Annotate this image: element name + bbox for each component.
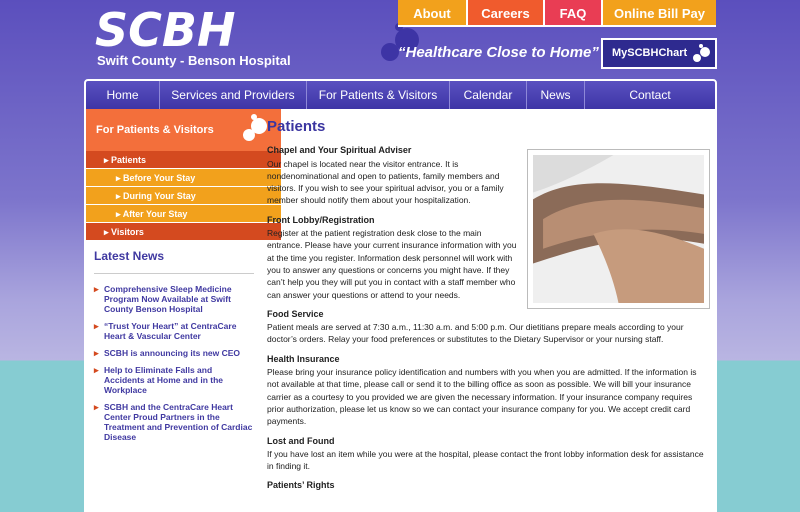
sidebar-item-label: After Your Stay <box>122 209 188 219</box>
nav-home[interactable]: Home <box>86 81 160 109</box>
sidebar-heading: For Patients & Visitors <box>86 109 281 151</box>
news-item[interactable]: “Trust Your Heart” at CentraCare Heart &… <box>94 321 254 341</box>
nav-contact[interactable]: Contact <box>585 81 715 109</box>
news-item[interactable]: Help to Eliminate Falls and Accidents at… <box>94 365 254 395</box>
nav-calendar[interactable]: Calendar <box>450 81 527 109</box>
hospital-logo[interactable]: SCBH Swift County - Benson Hospital <box>95 3 419 69</box>
section-text: Please bring your insurance policy ident… <box>267 367 697 427</box>
chart-dots-icon <box>693 44 710 62</box>
sidebar-item-label: Patients <box>111 155 147 165</box>
news-item[interactable]: SCBH and the CentraCare Heart Center Pro… <box>94 402 254 442</box>
nav-online-bill-pay[interactable]: Online Bill Pay <box>601 0 716 27</box>
nav-faq[interactable]: FAQ <box>543 0 601 27</box>
sidebar-item-after-your-stay[interactable]: ▸ After Your Stay <box>86 205 281 223</box>
section-heading: Health Insurance <box>267 353 340 364</box>
section-text: If you have lost an item while you were … <box>267 448 704 472</box>
myscbhchart-button[interactable]: MySCBHChart <box>601 38 717 69</box>
news-item[interactable]: SCBH is announcing its new CEO <box>94 348 254 358</box>
hands-image <box>533 155 704 303</box>
sidebar-item-before-your-stay[interactable]: ▸ Before Your Stay <box>86 169 281 187</box>
main-navigation: Home Services and Providers For Patients… <box>86 81 715 109</box>
nav-for-patients-visitors[interactable]: For Patients & Visitors <box>307 81 450 109</box>
nav-news[interactable]: News <box>527 81 585 109</box>
sidebar-item-label: During Your Stay <box>123 191 196 201</box>
sidebar-heading-label: For Patients & Visitors <box>96 124 214 136</box>
section-heading: Lost and Found <box>267 435 335 446</box>
sidebar: For Patients & Visitors ▸ Patients ▸ Bef… <box>86 109 281 449</box>
tagline: “Healthcare Close to Home” <box>398 44 599 61</box>
logo-wordmark: SCBH <box>95 3 236 57</box>
section-heading: Food Service <box>267 308 324 319</box>
nav-services-and-providers[interactable]: Services and Providers <box>160 81 307 109</box>
page-title: Patients <box>267 118 326 135</box>
news-list: Comprehensive Sleep Medicine Program Now… <box>94 284 254 442</box>
hands-photo <box>527 149 710 309</box>
top-navigation: About Careers FAQ Online Bill Pay <box>398 0 716 27</box>
nav-about[interactable]: About <box>398 0 466 27</box>
dots-icon <box>243 114 267 141</box>
latest-news-heading: Latest News <box>94 249 254 274</box>
hands-illustration <box>533 155 704 303</box>
sidebar-item-during-your-stay[interactable]: ▸ During Your Stay <box>86 187 281 205</box>
section-text: Register at the patient registration des… <box>267 228 517 300</box>
myscbhchart-label: MySCBHChart <box>612 47 688 59</box>
sidebar-item-label: Before Your Stay <box>123 173 196 183</box>
section-text: Patient meals are served at 7:30 a.m., 1… <box>267 322 684 345</box>
hospital-name: Swift County - Benson Hospital <box>97 53 291 68</box>
news-item[interactable]: Comprehensive Sleep Medicine Program Now… <box>94 284 254 314</box>
nav-careers[interactable]: Careers <box>466 0 543 27</box>
section-heading: Patients’ Rights <box>267 480 335 491</box>
section-text: Our chapel is located near the visitor e… <box>267 158 504 206</box>
sidebar-item-label: Visitors <box>111 227 144 237</box>
sidebar-item-patients[interactable]: ▸ Patients <box>86 151 281 169</box>
main-container: Home Services and Providers For Patients… <box>84 79 717 512</box>
sidebar-item-visitors[interactable]: ▸ Visitors <box>86 223 281 241</box>
